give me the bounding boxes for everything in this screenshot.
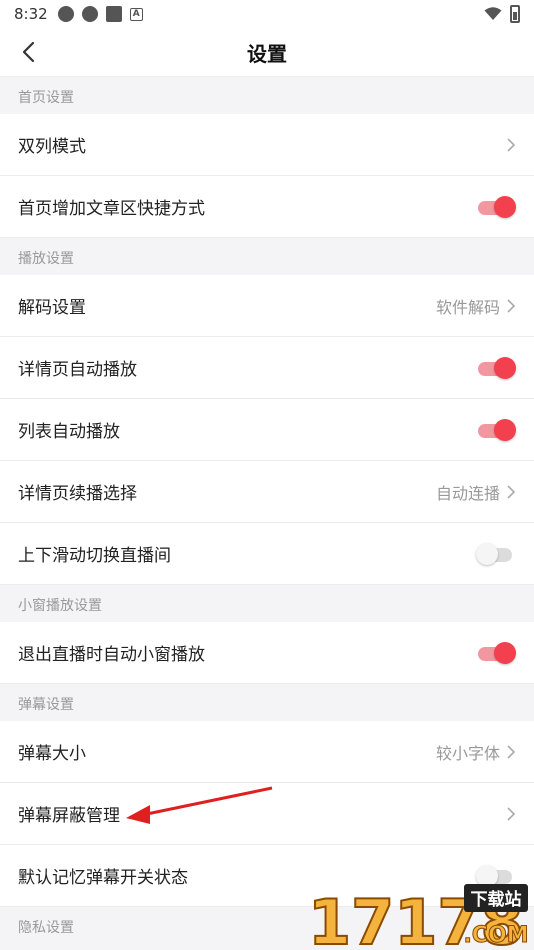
swipe-live-row: 上下滑动切换直播间 xyxy=(0,523,534,585)
decode-value: 软件解码 xyxy=(435,297,500,317)
double-column-mode-row[interactable]: 双列模式 xyxy=(0,114,534,176)
back-arrow-icon xyxy=(22,41,35,63)
list-autoplay-toggle[interactable] xyxy=(476,418,516,441)
decode-settings-row[interactable]: 解码设置 软件解码 xyxy=(0,275,534,337)
list-autoplay-row: 列表自动播放 xyxy=(0,399,534,461)
watermark-tag: 下载站 xyxy=(471,889,522,910)
section-title-danmaku: 弹幕设置 xyxy=(0,684,534,721)
home-shortcut-row: 首页增加文章区快捷方式 xyxy=(0,176,534,238)
annotation-arrow-icon xyxy=(126,786,273,824)
row-label: 列表自动播放 xyxy=(18,422,120,442)
section-title-home: 首页设置 xyxy=(0,77,534,114)
continue-value: 自动连播 xyxy=(435,483,500,503)
chevron-right-icon xyxy=(507,298,516,313)
home-shortcut-toggle[interactable] xyxy=(476,195,516,218)
exit-live-mini-row: 退出直播时自动小窗播放 xyxy=(0,622,534,684)
notification-app-icon xyxy=(81,6,98,22)
wifi-icon xyxy=(484,7,502,20)
chevron-right-icon xyxy=(507,484,516,499)
continue-play-row[interactable]: 详情页续播选择 自动连播 xyxy=(0,461,534,523)
section-title-mini-window: 小窗播放设置 xyxy=(0,585,534,622)
row-label: 详情页续播选择 xyxy=(18,484,137,504)
status-time: 8:32 xyxy=(14,5,48,23)
row-label: 解码设置 xyxy=(18,298,86,318)
battery-icon xyxy=(510,5,520,23)
notification-app-icon xyxy=(57,6,74,22)
page-title: 设置 xyxy=(247,41,287,66)
back-button[interactable] xyxy=(12,36,44,68)
notification-a-icon: A xyxy=(129,7,143,21)
section-title-playback: 播放设置 xyxy=(0,238,534,275)
detail-autoplay-row: 详情页自动播放 xyxy=(0,337,534,399)
row-label: 弹幕大小 xyxy=(18,744,86,764)
row-label: 首页增加文章区快捷方式 xyxy=(18,199,205,219)
detail-autoplay-toggle[interactable] xyxy=(476,356,516,379)
app-header: 设置 xyxy=(0,28,534,77)
swipe-live-toggle[interactable] xyxy=(476,542,516,565)
row-label: 上下滑动切换直播间 xyxy=(18,546,171,566)
danmaku-size-row[interactable]: 弹幕大小 较小字体 xyxy=(0,721,534,783)
row-label: 退出直播时自动小窗播放 xyxy=(18,645,205,665)
chevron-right-icon xyxy=(507,806,516,821)
chevron-right-icon xyxy=(507,137,516,152)
chevron-right-icon xyxy=(507,744,516,759)
status-bar: 8:32 A xyxy=(0,0,534,28)
notification-square-icon xyxy=(105,6,122,22)
row-label: 详情页自动播放 xyxy=(18,360,137,380)
exit-live-mini-toggle[interactable] xyxy=(476,641,516,664)
row-label: 双列模式 xyxy=(18,137,86,157)
watermark-domain: .COM xyxy=(463,923,528,948)
watermark-logo-icon: 17178 下载站 .COM xyxy=(307,884,529,948)
danmaku-size-value: 较小字体 xyxy=(435,743,500,763)
